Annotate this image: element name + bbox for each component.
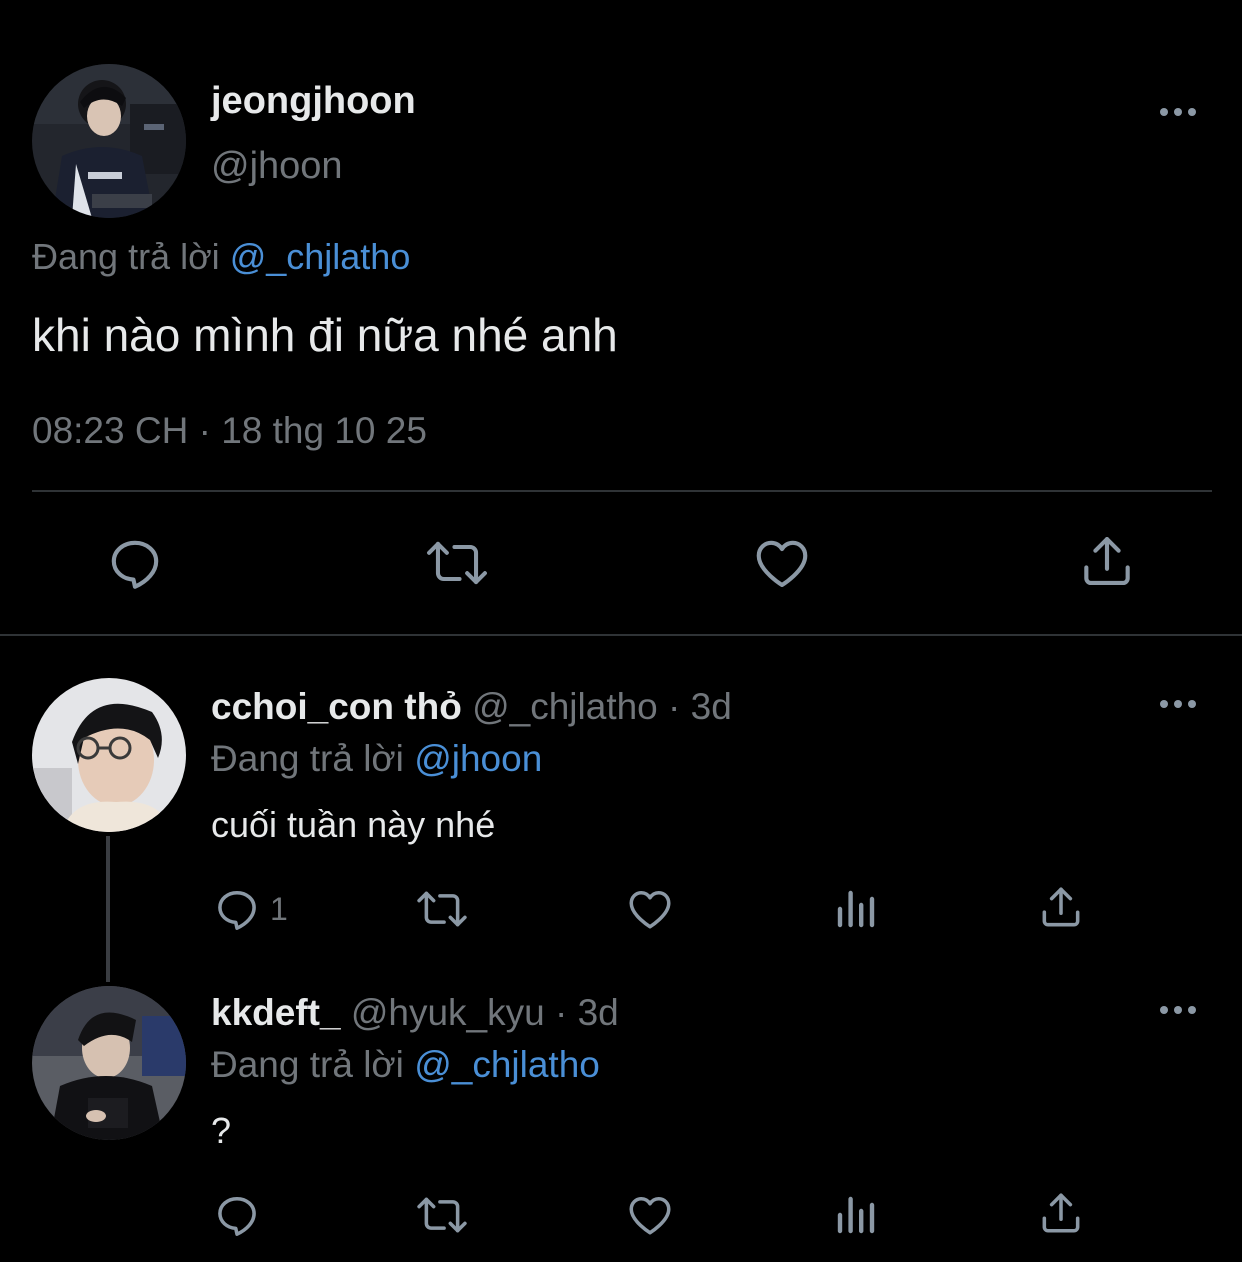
retweet-icon xyxy=(417,1197,467,1233)
like-icon xyxy=(756,540,808,588)
replying-to-link[interactable]: @_chjlatho xyxy=(414,1044,600,1085)
section-divider xyxy=(0,634,1242,636)
reply-icon xyxy=(218,890,256,930)
reply-button[interactable] xyxy=(212,1190,262,1240)
reply-icon xyxy=(218,1196,256,1236)
like-icon xyxy=(629,1196,671,1235)
replying-to-link[interactable]: @jhoon xyxy=(414,738,542,779)
reply-count: 1 xyxy=(270,890,288,927)
more-options-icon[interactable] xyxy=(1158,698,1202,710)
replying-to-link[interactable]: @_chjlatho xyxy=(230,236,411,277)
retweet-icon xyxy=(417,891,467,927)
reply-time[interactable]: · 3d xyxy=(555,992,619,1033)
analytics-button[interactable] xyxy=(832,884,880,934)
analytics-icon xyxy=(837,1196,875,1234)
share-button[interactable] xyxy=(1076,530,1138,592)
replying-to-line: Đang trả lời @_chjlatho xyxy=(32,236,410,278)
reply-text: ? xyxy=(211,1110,232,1151)
retweet-button[interactable] xyxy=(414,1190,470,1240)
analytics-icon xyxy=(837,890,875,928)
avatar-jeongjhoon[interactable] xyxy=(32,64,186,218)
reply-handle[interactable]: @_chjlatho xyxy=(472,686,658,727)
share-icon xyxy=(1042,1193,1080,1233)
share-button[interactable] xyxy=(1036,1188,1086,1238)
reply-button[interactable]: 1 xyxy=(212,884,288,934)
reply-handle[interactable]: @hyuk_kyu xyxy=(351,992,545,1033)
replying-label: Đang trả lời xyxy=(32,236,220,277)
reply-display-name[interactable]: cchoi_con thỏ xyxy=(211,686,462,727)
reply-icon xyxy=(111,540,159,589)
divider xyxy=(32,490,1212,492)
thread-line xyxy=(106,836,110,982)
more-options-icon[interactable] xyxy=(1158,106,1202,118)
more-options-icon[interactable] xyxy=(1158,1004,1202,1016)
author-display-name[interactable]: jeongjhoon xyxy=(211,80,416,123)
like-icon xyxy=(629,890,671,929)
retweet-button[interactable] xyxy=(414,884,470,934)
replying-to-line: Đang trả lời @_chjlatho xyxy=(211,1044,600,1086)
retweet-icon xyxy=(427,541,487,585)
reply-button[interactable] xyxy=(104,532,166,594)
reply-header: cchoi_con thỏ @_chjlatho · 3d xyxy=(211,686,732,728)
share-button[interactable] xyxy=(1036,882,1086,932)
share-icon xyxy=(1042,887,1080,927)
like-button[interactable] xyxy=(750,532,814,594)
retweet-button[interactable] xyxy=(424,532,490,594)
share-icon xyxy=(1084,536,1130,586)
tweet-timestamp[interactable]: 08:23 CH · 18 thg 10 25 xyxy=(32,410,427,452)
analytics-button[interactable] xyxy=(832,1190,880,1240)
replying-to-line: Đang trả lời @jhoon xyxy=(211,738,542,780)
reply-time[interactable]: · 3d xyxy=(668,686,732,727)
reply-header: kkdeft_ @hyuk_kyu · 3d xyxy=(211,992,619,1034)
tweet-text: khi nào mình đi nữa nhé anh xyxy=(32,309,618,361)
replying-label: Đang trả lời xyxy=(211,1044,404,1085)
reply-text: cuối tuần này nhé xyxy=(211,804,496,845)
like-button[interactable] xyxy=(624,1190,676,1240)
avatar-kkdeft[interactable] xyxy=(32,986,186,1140)
reply-display-name[interactable]: kkdeft_ xyxy=(211,992,341,1033)
replying-label: Đang trả lời xyxy=(211,738,404,779)
avatar-cchoi[interactable] xyxy=(32,678,186,832)
author-handle[interactable]: @jhoon xyxy=(211,145,343,188)
like-button[interactable] xyxy=(624,884,676,934)
